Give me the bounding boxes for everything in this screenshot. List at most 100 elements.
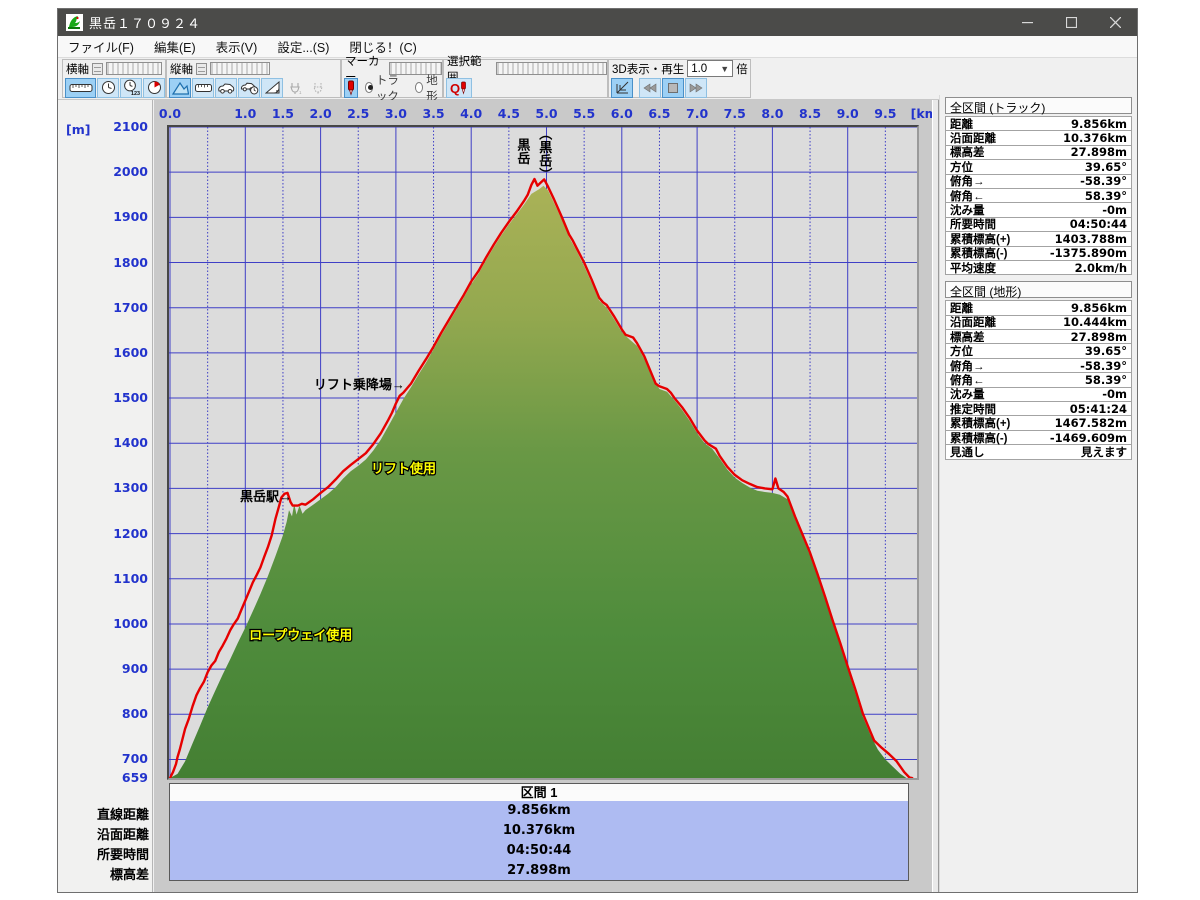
threed-label: 3D表示・再生: [612, 61, 684, 77]
stat-value: 39.65°: [1085, 344, 1127, 358]
section-label-3: 標高差: [61, 864, 149, 883]
stat-label: 平均速度: [950, 260, 996, 276]
plug-dashed-icon: [311, 81, 325, 95]
selection-marker-button[interactable]: Q: [446, 78, 472, 98]
x-tick-6.5: 6.5: [644, 106, 674, 121]
x-tick-7.5: 7.5: [720, 106, 750, 121]
clock-icon: [101, 80, 116, 95]
y-tick-2000: 2000: [62, 164, 148, 179]
stat-value: 58.39°: [1085, 373, 1127, 387]
haxis-time-pie-button[interactable]: [143, 78, 165, 98]
x-tick-3.0: 3.0: [381, 106, 411, 121]
stat-value: 9.856km: [1071, 117, 1127, 131]
stat-row-0-1: 沿面距離10.376km: [945, 130, 1132, 145]
section-table-values: 9.856km10.376km04:50:4427.898m: [169, 801, 909, 881]
marker-radio-track[interactable]: トラック: [365, 72, 409, 104]
stat-value: 27.898m: [1071, 330, 1127, 344]
stat-value: 58.39°: [1085, 189, 1127, 203]
svg-text:123: 123: [131, 91, 140, 96]
y-tick-659: 659: [62, 770, 148, 785]
stat-row-1-2: 標高差27.898m: [945, 329, 1132, 344]
selection-slider[interactable]: [496, 62, 607, 75]
stat-row-0-7: 所要時間04:50:44: [945, 217, 1132, 232]
marker-q-pen-icon: Q: [449, 80, 469, 96]
toolbar-group-marker: マーカー トラック: [341, 59, 443, 98]
rewind-icon: [643, 83, 657, 93]
vaxis-cadence-button[interactable]: 1: [284, 78, 306, 98]
annotation-1: ︵黒岳︶: [538, 127, 552, 182]
minimize-icon: [1022, 17, 1033, 28]
marker-radio-terrain[interactable]: 地形: [415, 72, 442, 104]
stat-row-0-4: 俯角→-58.39°: [945, 174, 1132, 189]
stat-row-0-2: 標高差27.898m: [945, 145, 1132, 160]
ruler-icon: [195, 83, 212, 93]
y-tick-1000: 1000: [62, 616, 148, 631]
y-tick-700: 700: [62, 751, 148, 766]
x-tick-8.5: 8.5: [795, 106, 825, 121]
x-tick-4.5: 4.5: [494, 106, 524, 121]
section-value-2: 04:50:44: [170, 841, 908, 861]
haxis-time-number-button[interactable]: 123: [120, 78, 142, 98]
playback-stop-button[interactable]: [662, 78, 684, 98]
stat-value: -1375.890m: [1050, 246, 1127, 260]
menu-item-3[interactable]: 設定...(S): [267, 36, 339, 57]
stat-value: 10.376km: [1063, 131, 1127, 145]
menu-item-1[interactable]: 編集(E): [144, 36, 206, 57]
stat-row-0-3: 方位39.65°: [945, 159, 1132, 174]
playback-speed-dropdown[interactable]: 1.0 ▼: [687, 60, 733, 77]
x-tick-3.5: 3.5: [419, 106, 449, 121]
radio-selected-icon: [365, 82, 373, 93]
stat-row-0-6: 沈み量-0m: [945, 202, 1132, 217]
y-tick-900: 900: [62, 661, 148, 676]
title-bar[interactable]: 黒岳１７０９２４: [58, 9, 1137, 36]
y-tick-2100: 2100: [62, 119, 148, 134]
wireframe-3d-icon: [615, 80, 630, 95]
pie-clock-icon: [147, 80, 162, 95]
toolbar-group-3d-playback: 3D表示・再生 1.0 ▼ 倍: [608, 59, 751, 98]
elevation-profile-plot[interactable]: 黒岳︵黒岳︶リフト乗降場→黒岳駅→リフト使用ロープウェイ使用: [167, 125, 919, 780]
panel-splitter[interactable]: [932, 100, 939, 892]
haxis-scale-slider[interactable]: [106, 62, 162, 75]
toolbar-group-vertical-axis: 縦軸: [166, 59, 341, 98]
x-tick-0.0: 0.0: [155, 106, 185, 121]
threed-view-button[interactable]: [611, 78, 633, 98]
playback-play-button[interactable]: [685, 78, 707, 98]
y-tick-1600: 1600: [62, 345, 148, 360]
vaxis-distance-button[interactable]: [192, 78, 214, 98]
annotation-5: ロープウェイ使用: [249, 627, 352, 642]
vaxis-speed-button[interactable]: [215, 78, 237, 98]
vaxis-elevation-button[interactable]: [169, 78, 191, 98]
haxis-distance-button[interactable]: [65, 78, 96, 98]
chevron-down-icon: ▼: [720, 64, 729, 74]
vaxis-slope-button[interactable]: [261, 78, 283, 98]
vaxis-heartrate-button[interactable]: [307, 78, 329, 98]
marker-pen-button[interactable]: [344, 78, 358, 98]
vaxis-scale-grip[interactable]: [196, 63, 207, 75]
menu-item-2[interactable]: 表示(V): [206, 36, 268, 57]
clock-digits-icon: 123: [122, 79, 140, 96]
stat-row-1-8: 累積標高(+)1467.582m: [945, 415, 1132, 430]
maximize-button[interactable]: [1049, 9, 1093, 36]
vaxis-speed-time-button[interactable]: [238, 78, 260, 98]
x-tick-1.5: 1.5: [268, 106, 298, 121]
ruler-icon: [69, 82, 93, 94]
section-label-0: 直線距離: [61, 804, 149, 823]
stat-value: 見えます: [1081, 444, 1127, 460]
minimize-button[interactable]: [1005, 9, 1049, 36]
menu-item-0[interactable]: ファイル(F): [58, 36, 144, 57]
toolbar: 横軸: [58, 58, 1137, 100]
stat-value: 9.856km: [1071, 301, 1127, 315]
haxis-label: 横軸: [66, 61, 89, 77]
main-area: [m] 0.01.01.52.02.53.03.54.04.55.05.56.0…: [58, 100, 1137, 892]
haxis-scale-grip[interactable]: [92, 63, 103, 75]
section-label-2: 所要時間: [61, 844, 149, 863]
section-table-header: 区間 1: [169, 783, 909, 802]
stat-value: 2.0km/h: [1075, 261, 1127, 275]
stat-value: -58.39°: [1080, 359, 1127, 373]
vaxis-scale-slider[interactable]: [210, 62, 270, 75]
playback-rewind-button[interactable]: [639, 78, 661, 98]
plug-icon: 1: [288, 81, 302, 95]
close-button[interactable]: [1093, 9, 1137, 36]
haxis-time-button[interactable]: [97, 78, 119, 98]
stat-label: 見通し: [950, 444, 985, 460]
